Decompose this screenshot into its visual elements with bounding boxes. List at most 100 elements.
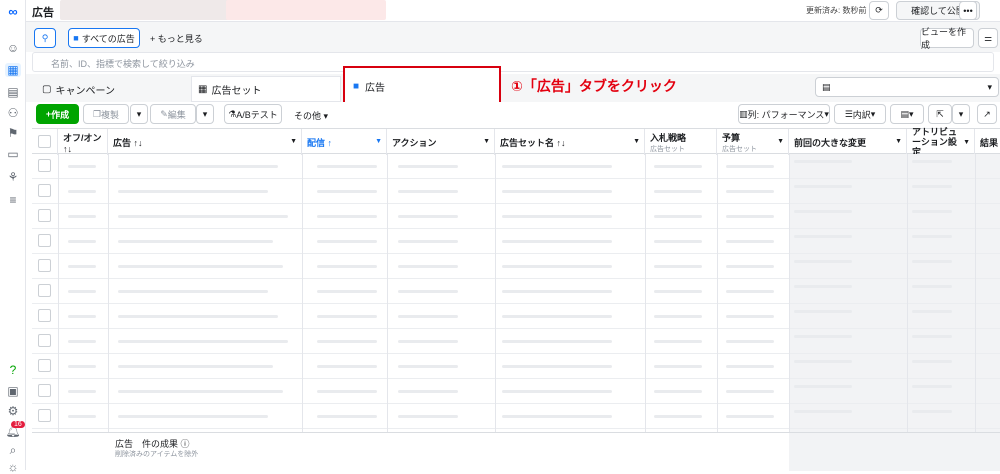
- column-delivery[interactable]: 配信 ↑ ▼: [302, 129, 387, 155]
- column-results[interactable]: 結果: [975, 129, 1000, 155]
- duplicate-dropdown[interactable]: ▾: [130, 104, 148, 124]
- table-row[interactable]: [32, 354, 1000, 379]
- row-checkbox[interactable]: [38, 259, 51, 272]
- export-button[interactable]: ⇱: [928, 104, 952, 124]
- column-ad[interactable]: 広告 ↑↓ ▼: [108, 129, 302, 155]
- tab-campaign[interactable]: ▢ キャンペーン: [34, 76, 184, 102]
- table-row[interactable]: [32, 254, 1000, 279]
- campaign-icon[interactable]: ⚑: [5, 126, 21, 140]
- redacted-cell: [502, 165, 612, 168]
- redacted-cell: [726, 415, 774, 418]
- redacted-cell: [912, 185, 952, 188]
- column-last-change[interactable]: 前回の大きな変更 ▼: [789, 129, 907, 155]
- info-icon[interactable]: ⓘ: [181, 439, 190, 449]
- tab-ad[interactable]: ■ 広告: [353, 74, 386, 98]
- ab-test-button[interactable]: ⚗ A/Bテスト: [224, 104, 282, 124]
- column-budget[interactable]: 予算 広告セット ▼: [717, 129, 789, 155]
- redacted-cell: [726, 365, 774, 368]
- table-row[interactable]: [32, 304, 1000, 329]
- table-row[interactable]: [32, 279, 1000, 304]
- column-action[interactable]: アクション ▼: [387, 129, 495, 155]
- search-icon[interactable]: ⌕: [5, 443, 21, 457]
- table-body: [32, 154, 1000, 432]
- edit-button[interactable]: ✎ 編集: [150, 104, 196, 124]
- breakdown-button[interactable]: ☰ 内訳 ▾: [834, 104, 886, 124]
- menu-icon[interactable]: ≡: [5, 193, 21, 207]
- ads-manager-grid-icon[interactable]: ▦: [5, 63, 21, 77]
- redacted-cell: [118, 240, 273, 243]
- reports-button[interactable]: ▤▾: [890, 104, 924, 124]
- update-status: 更新済み: 数秒前: [806, 6, 867, 15]
- row-checkbox[interactable]: [38, 309, 51, 322]
- more-options-button[interactable]: •••: [959, 1, 977, 20]
- footer-shaded-columns: [789, 433, 1000, 471]
- table-row[interactable]: [32, 379, 1000, 404]
- see-more-link[interactable]: + もっと見る: [150, 32, 203, 45]
- redacted-cell: [794, 360, 852, 363]
- date-range-selector[interactable]: ▤ ▾: [815, 77, 999, 97]
- account-overview-icon[interactable]: ☺: [5, 41, 21, 55]
- redacted-cell: [398, 415, 458, 418]
- row-checkbox[interactable]: [38, 284, 51, 297]
- redacted-cell: [317, 340, 377, 343]
- chart-button[interactable]: ↗: [977, 104, 997, 124]
- row-checkbox[interactable]: [38, 234, 51, 247]
- columns-button[interactable]: ▥ 列: パフォーマンス ▾: [738, 104, 830, 124]
- redacted-cell: [654, 315, 702, 318]
- redacted-cell: [654, 215, 702, 218]
- create-view-button[interactable]: ビューを作成: [920, 27, 974, 50]
- redacted-cell: [794, 160, 852, 163]
- pages-icon[interactable]: ▤: [5, 85, 21, 99]
- business-icon[interactable]: ⚘: [5, 170, 21, 184]
- row-checkbox[interactable]: [38, 184, 51, 197]
- settings-gear-icon[interactable]: ⚙: [5, 404, 21, 418]
- redacted-cell: [118, 340, 288, 343]
- column-bid-strategy[interactable]: 入札戦略 広告セット: [645, 129, 717, 155]
- row-checkbox[interactable]: [38, 209, 51, 222]
- table-row[interactable]: [32, 229, 1000, 254]
- duplicate-button[interactable]: ❐ 複製: [83, 104, 129, 124]
- table-row[interactable]: [32, 329, 1000, 354]
- row-checkbox[interactable]: [38, 359, 51, 372]
- report-icon[interactable]: ▣: [5, 384, 21, 398]
- meta-logo[interactable]: ∞: [5, 4, 21, 19]
- redacted-cell: [654, 190, 702, 193]
- chevron-down-icon: ▼: [290, 138, 297, 145]
- export-dropdown[interactable]: ▾: [952, 104, 970, 124]
- redacted-cell: [398, 165, 458, 168]
- help-icon[interactable]: ?: [5, 363, 21, 377]
- bug-icon[interactable]: ☼: [5, 460, 21, 474]
- redacted-cell: [726, 190, 774, 193]
- search-toggle-button[interactable]: ⚲: [34, 28, 56, 48]
- row-checkbox[interactable]: [38, 409, 51, 422]
- table-footer: 広告 件の成果 ⓘ 削除済みのアイテムを除外: [32, 432, 1000, 471]
- table-row[interactable]: [32, 154, 1000, 179]
- row-checkbox[interactable]: [38, 384, 51, 397]
- row-checkbox[interactable]: [38, 334, 51, 347]
- other-menu[interactable]: その他 ▾: [294, 109, 328, 122]
- select-all-checkbox[interactable]: [38, 135, 51, 148]
- redacted-cell: [398, 340, 458, 343]
- column-onoff[interactable]: オフ/オン ↑↓: [58, 129, 108, 155]
- tab-adset[interactable]: ▦ 広告セット: [191, 76, 341, 102]
- account-selector[interactable]: [60, 0, 248, 20]
- calendar-icon: ▤: [822, 81, 831, 92]
- adjust-settings-button[interactable]: ⚌: [978, 28, 998, 48]
- redacted-cell: [68, 390, 96, 393]
- billing-icon[interactable]: ▭: [5, 147, 21, 161]
- table-row[interactable]: [32, 179, 1000, 204]
- all-ads-filter[interactable]: ■ すべての広告: [68, 28, 140, 48]
- search-filter-bar[interactable]: 名前、ID、指標で検索して絞り込み: [32, 52, 994, 72]
- redacted-cell: [398, 365, 458, 368]
- table-row[interactable]: [32, 404, 1000, 429]
- table-row[interactable]: [32, 204, 1000, 229]
- row-checkbox[interactable]: [38, 159, 51, 172]
- create-button[interactable]: + 作成: [36, 104, 79, 124]
- column-attribution[interactable]: アトリビューション設定 ▼: [907, 127, 975, 157]
- redacted-cell: [654, 390, 702, 393]
- audiences-icon[interactable]: ⚇: [5, 106, 21, 120]
- column-adset-name[interactable]: 広告セット名 ↑↓ ▼: [495, 129, 645, 155]
- redacted-cell: [118, 290, 268, 293]
- refresh-button[interactable]: ⟳: [869, 1, 889, 20]
- edit-dropdown[interactable]: ▾: [196, 104, 214, 124]
